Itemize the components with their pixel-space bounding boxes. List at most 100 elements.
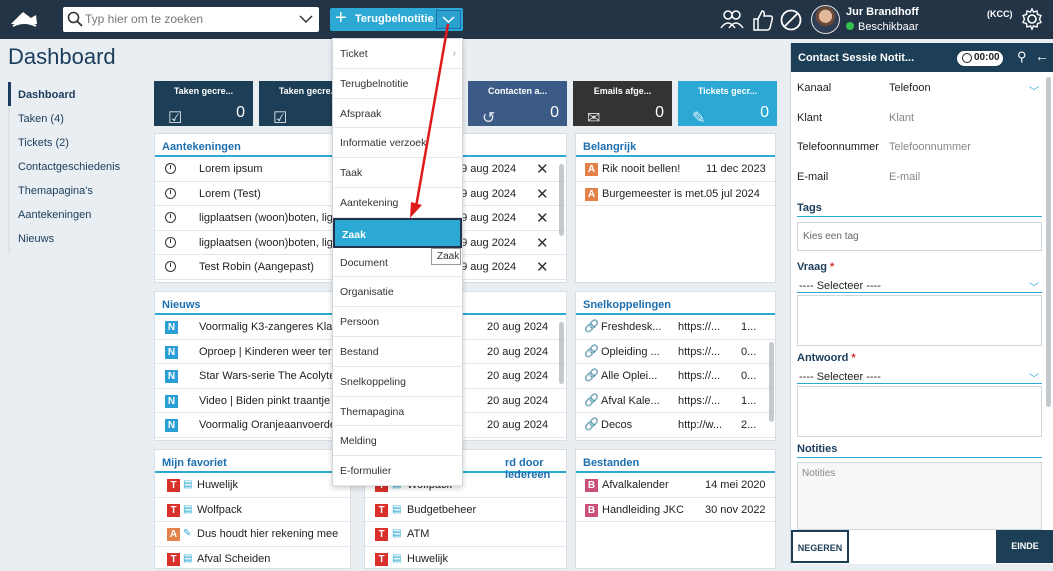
row-title: Voormalig K3-zangeres Kla (199, 321, 334, 333)
menu-item-zaak[interactable]: Zaak (333, 218, 462, 248)
einde-button[interactable]: EINDE (996, 530, 1053, 563)
telefoonnummer-input[interactable]: Telefoonnummer (889, 141, 971, 153)
list-item[interactable]: ARik nooit bellen!11 dec 2023 (576, 157, 775, 182)
list-item[interactable]: T▤Budgetbeheer (365, 498, 566, 523)
gear-icon[interactable] (1020, 7, 1044, 34)
card-taken-gecreeerd-1[interactable]: Taken gecre... ☑ 0 (154, 81, 253, 126)
vraag-textarea[interactable] (797, 295, 1042, 346)
menu-item-melding[interactable]: Melding (333, 426, 462, 456)
link-icon: 🔗 (584, 417, 597, 430)
avatar[interactable] (811, 5, 840, 34)
row-extra: 0... (741, 370, 756, 382)
menu-item-ticket[interactable]: Ticket› (333, 39, 462, 69)
list-item[interactable]: BAfvalkalender14 mei 2020 (576, 473, 775, 498)
row-title: Decos (601, 419, 666, 431)
nav-item-themapaginas[interactable]: Themapagina's (8, 178, 146, 202)
users-icon[interactable] (720, 8, 744, 33)
panel-title: Belangrijk (576, 134, 775, 157)
card-value: 0 (550, 104, 559, 122)
row-title: Rik nooit bellen! (602, 163, 702, 175)
nav-item-aantekeningen[interactable]: Aantekeningen (8, 202, 146, 226)
scrollbar[interactable] (559, 322, 564, 384)
nav-item-dashboard[interactable]: Dashboard (8, 82, 146, 106)
close-icon[interactable]: ✕ (536, 209, 549, 227)
menu-item-terugbelnotitie[interactable]: Terugbelnotitie (333, 69, 462, 99)
email-input[interactable]: E-mail (889, 171, 920, 183)
list-item[interactable]: 🔗Opleiding ...https://...0... (576, 340, 775, 365)
list-item[interactable]: 🔗Decoshttp://w...2... (576, 413, 775, 438)
tags-input[interactable]: Kies een tag (797, 222, 1042, 251)
row-title: ligplaatsen (woon)boten, lig (199, 237, 334, 249)
link-icon: 🔗 (584, 344, 597, 357)
clock-icon (165, 163, 178, 176)
scrollbar[interactable] (559, 164, 564, 236)
thumbs-up-icon[interactable] (751, 8, 775, 35)
close-icon[interactable]: ✕ (536, 258, 549, 276)
row-title: Huwelijk (407, 553, 557, 565)
vraag-select[interactable]: ---- Selecteer ---- (799, 280, 881, 292)
list-item[interactable]: 🔗Alle Oplei...https://...0... (576, 364, 775, 389)
list-item[interactable]: T▤Wolfpack (155, 498, 350, 523)
list-item[interactable]: BHandleiding JKC30 nov 2022 (576, 498, 775, 523)
pin-icon[interactable]: ⚲ (1017, 49, 1027, 65)
menu-item-taak[interactable]: Taak (333, 158, 462, 188)
left-nav: Dashboard Taken (4) Tickets (2) Contactg… (8, 82, 146, 250)
list-item[interactable]: T▤Huwelijk (155, 473, 350, 498)
list-item[interactable]: T▤Huwelijk (365, 547, 566, 571)
nav-item-tickets[interactable]: Tickets (2) (8, 130, 146, 154)
section-divider (797, 383, 1042, 384)
new-dropdown-toggle[interactable] (436, 10, 461, 29)
arrow-left-icon[interactable]: ← (1035, 48, 1049, 64)
card-contacten[interactable]: Contacten a... ↺ 0 (468, 81, 567, 126)
block-icon[interactable] (779, 8, 803, 35)
menu-item-organisatie[interactable]: Organisatie (333, 277, 462, 307)
menu-item-informatie-verzoek[interactable]: Informatie verzoek (333, 128, 462, 158)
new-callback-note-button[interactable]: + Terugbelnotitie (330, 8, 463, 31)
close-icon[interactable]: ✕ (536, 234, 549, 252)
antwoord-select[interactable]: ---- Selecteer ---- (799, 371, 881, 383)
row-title: Video | Biden pinkt traantje (199, 395, 334, 407)
menu-item-snelkoppeling[interactable]: Snelkoppeling (333, 367, 462, 397)
card-emails[interactable]: Emails afge... ✉ 0 (573, 81, 672, 126)
klant-input[interactable]: Klant (889, 112, 914, 124)
nav-item-taken[interactable]: Taken (4) (8, 106, 146, 130)
chevron-down-icon[interactable]: ﹀ (1029, 83, 1039, 98)
menu-item-aantekening[interactable]: Aantekening (333, 188, 462, 218)
menu-item-themapagina[interactable]: Themapagina (333, 397, 462, 427)
chevron-down-icon[interactable] (299, 13, 313, 27)
menu-item-e-formulier[interactable]: E-formulier (333, 456, 462, 486)
badge-b-icon: B (585, 479, 598, 492)
row-date: 20 aug 2024 (487, 370, 548, 382)
list-item[interactable]: 🔗Afval Kale...https://...1... (576, 389, 775, 414)
card-tickets[interactable]: Tickets gecr... ✎ 0 (678, 81, 777, 126)
close-icon[interactable]: ✕ (536, 185, 549, 203)
home-logo-icon[interactable] (9, 8, 39, 33)
scrollbar[interactable] (769, 342, 774, 422)
user-status[interactable]: Beschikbaar (846, 21, 919, 33)
card-value: 0 (655, 104, 664, 122)
scrollbar[interactable] (1046, 77, 1051, 407)
nav-item-contactgeschiedenis[interactable]: Contactgeschiedenis (8, 154, 146, 178)
list-item[interactable]: 🔗Freshdesk...https://...1... (576, 315, 775, 340)
tags-placeholder: Kies een tag (803, 231, 859, 242)
list-item[interactable]: ABurgemeester is met...05 jul 2024 (576, 182, 775, 207)
list-item[interactable]: T▤ATM (365, 522, 566, 547)
antwoord-textarea[interactable] (797, 386, 1042, 437)
search-box[interactable]: Typ hier om te zoeken (63, 7, 319, 32)
menu-item-persoon[interactable]: Persoon (333, 307, 462, 337)
close-icon[interactable]: ✕ (536, 160, 549, 178)
row-date: 20 aug 2024 (487, 419, 548, 431)
menu-item-afspraak[interactable]: Afspraak (333, 99, 462, 129)
badge-a-icon: A (585, 163, 598, 176)
menu-item-bestand[interactable]: Bestand (333, 337, 462, 367)
session-timer: 00:00 (957, 51, 1003, 66)
nav-item-nieuws[interactable]: Nieuws (8, 226, 146, 250)
notities-textarea[interactable]: Notities (797, 462, 1042, 530)
kanaal-select[interactable]: Telefoon (889, 82, 931, 94)
page-icon: ▤ (183, 504, 196, 517)
negeren-button[interactable]: NEGEREN (791, 530, 849, 563)
list-item[interactable]: A✎Dus houdt hier rekening mee (155, 522, 350, 547)
list-item[interactable]: T▤Afval Scheiden (155, 547, 350, 571)
section-divider (797, 292, 1042, 293)
top-bar: Typ hier om te zoeken + Terugbelnotitie … (0, 0, 1053, 39)
